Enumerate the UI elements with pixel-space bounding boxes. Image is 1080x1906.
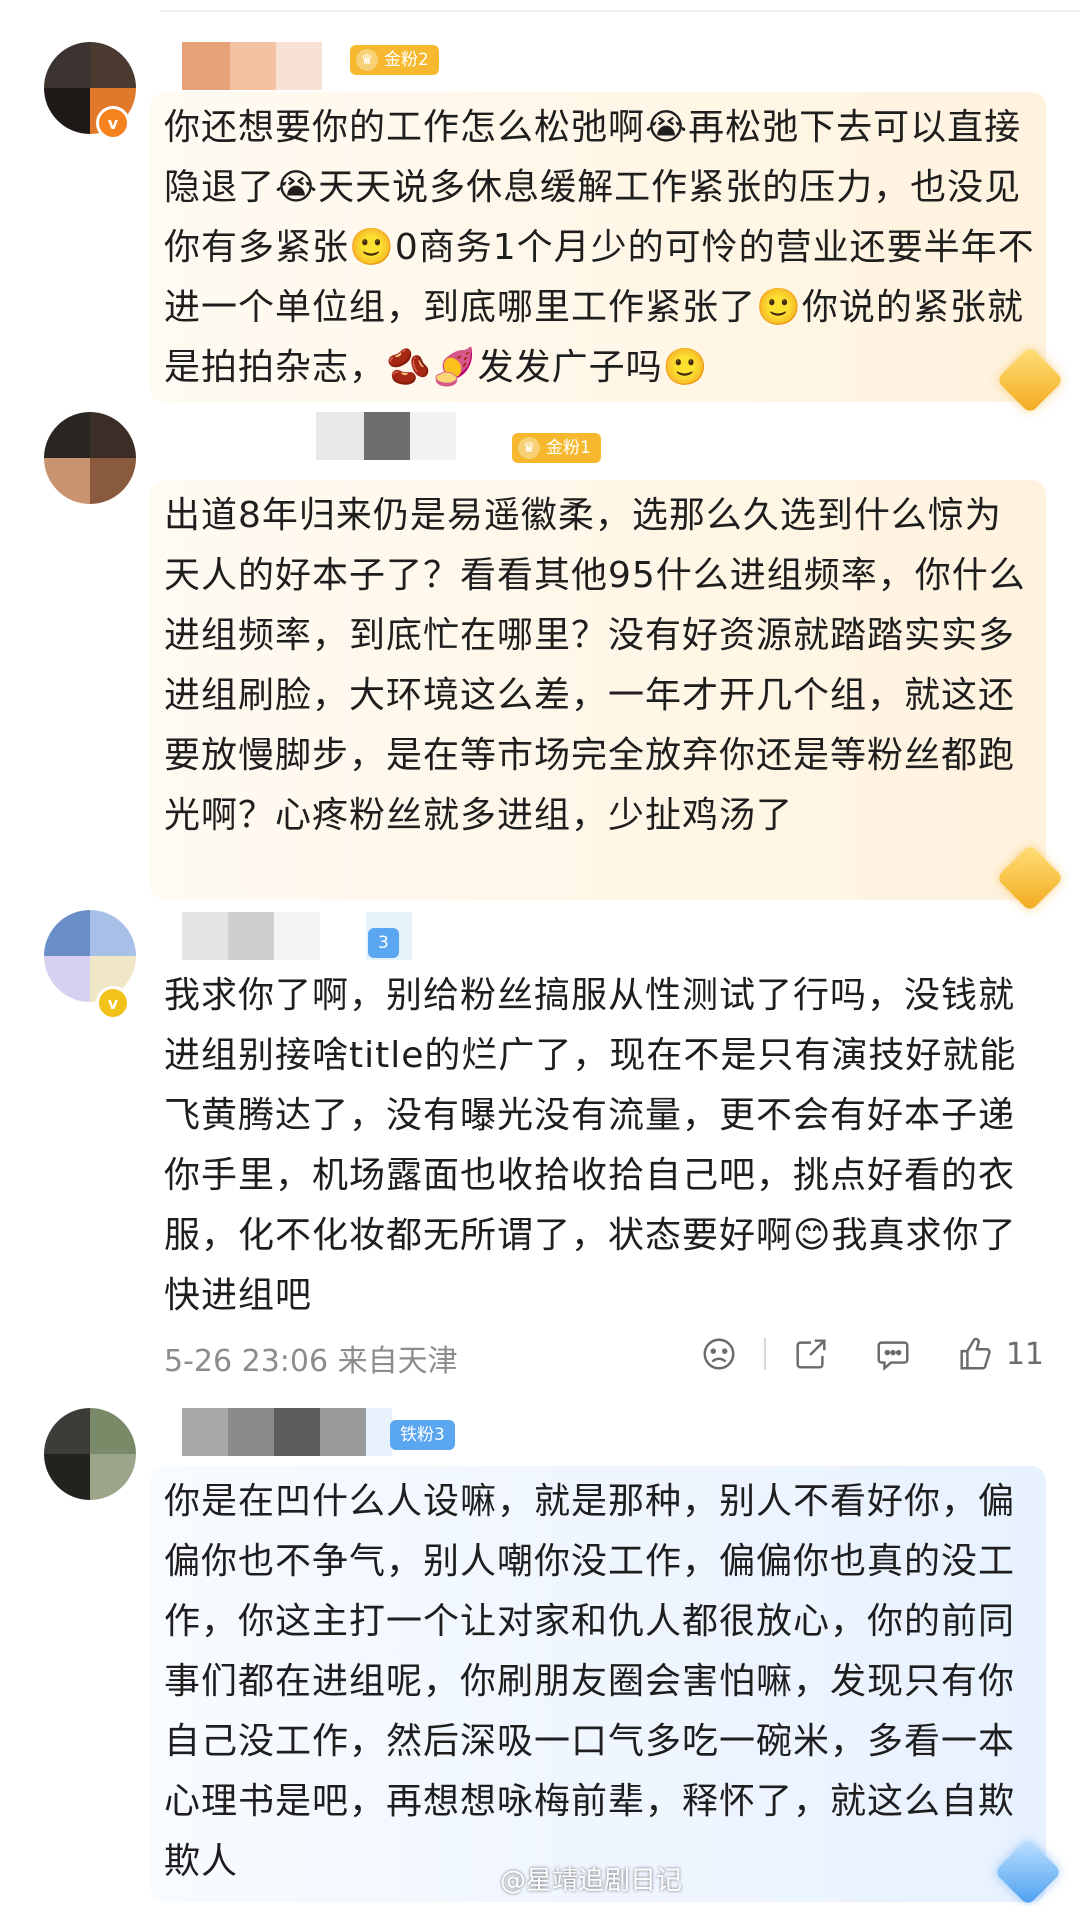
action-divider — [763, 1338, 766, 1370]
verified-icon: v — [96, 106, 130, 140]
action-bar: 11 — [700, 1330, 1044, 1378]
avatar[interactable] — [44, 412, 136, 504]
fan-badge[interactable]: ♛ 金粉2 — [350, 45, 439, 75]
crown-icon: ♛ — [356, 49, 378, 71]
comment-icon[interactable] — [874, 1335, 912, 1373]
username-blurred[interactable] — [182, 1408, 392, 1456]
verified-icon: v — [96, 986, 130, 1020]
share-icon[interactable] — [792, 1335, 830, 1373]
fan-badge[interactable]: 3 — [368, 928, 399, 958]
fan-badge[interactable]: ♛ 金粉1 — [512, 433, 601, 463]
username-blurred[interactable] — [182, 42, 322, 90]
comment-text: 你是在凹什么人设嘛，就是那种，别人不看好你，偏偏你也不争气，别人嘲你没工作，偏偏… — [164, 1481, 1016, 1882]
comment-text: 你还想要你的工作怎么松弛啊😭再松弛下去可以直接隐退了😭天天说多休息缓解工作紧张的… — [164, 107, 1035, 388]
timestamp-location: 5-26 23:06 来自天津 — [164, 1344, 458, 1379]
like-icon[interactable] — [956, 1335, 994, 1373]
username-blurred[interactable] — [316, 412, 456, 460]
avatar[interactable] — [44, 1408, 136, 1500]
like-count: 11 — [1005, 1336, 1044, 1372]
fan-badge[interactable]: 铁粉3 — [390, 1420, 455, 1450]
crown-icon: ♛ — [518, 437, 540, 459]
comment-text: 出道8年归来仍是易遥徽柔，选那么久选到什么惊为天人的好本子了？看看其他95什么进… — [164, 495, 1026, 836]
comment-text: 我求你了啊，别给粉丝搞服从性测试了行吗，没钱就进组别接啥title的烂广了，现在… — [164, 975, 1017, 1316]
top-divider — [160, 10, 1080, 12]
watermark: @星靖追剧日记 — [500, 1866, 683, 1896]
dislike-icon[interactable] — [700, 1335, 738, 1373]
comment-meta: 5-26 23:06 来自天津 11 — [164, 1330, 1044, 1380]
